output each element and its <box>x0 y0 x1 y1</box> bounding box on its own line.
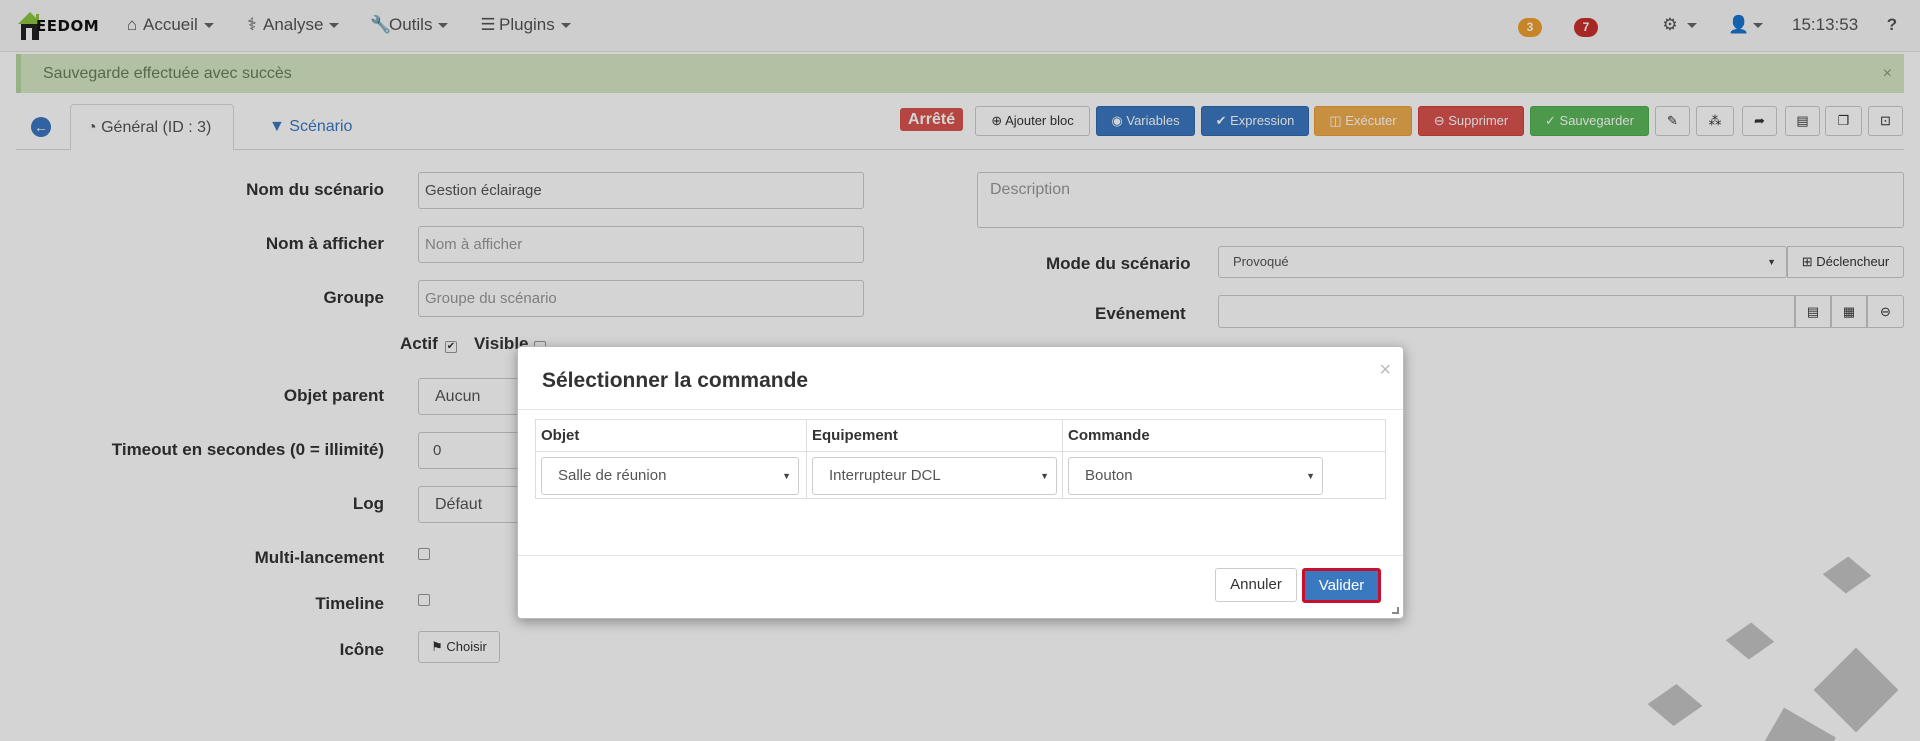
select-arrow-icon: ▼ <box>1040 471 1049 481</box>
table-cell: Salle de réunion ▼ <box>536 452 807 498</box>
modal-close-icon[interactable]: × <box>1379 359 1391 382</box>
validate-button[interactable]: Valider <box>1302 568 1381 603</box>
column-header-equipement: Equipement <box>807 420 1063 452</box>
command-select[interactable]: Bouton ▼ <box>1068 457 1323 495</box>
modal-footer-divider <box>518 555 1403 556</box>
table-cell: Bouton ▼ <box>1063 452 1385 498</box>
cancel-button[interactable]: Annuler <box>1215 568 1297 602</box>
select-command-modal: Sélectionner la commande × Objet Equipem… <box>517 346 1404 619</box>
command-table: Objet Equipement Commande Salle de réuni… <box>535 419 1386 499</box>
table-cell: Interrupteur DCL ▼ <box>807 452 1063 498</box>
equipment-select[interactable]: Interrupteur DCL ▼ <box>812 457 1057 495</box>
equipment-select-value: Interrupteur DCL <box>829 467 941 484</box>
modal-divider <box>518 409 1403 410</box>
object-select-value: Salle de réunion <box>558 467 667 484</box>
object-select[interactable]: Salle de réunion ▼ <box>541 457 799 495</box>
column-header-objet: Objet <box>536 420 807 452</box>
resize-handle[interactable] <box>1392 607 1399 614</box>
select-arrow-icon: ▼ <box>782 471 791 481</box>
command-select-value: Bouton <box>1085 467 1133 484</box>
select-arrow-icon: ▼ <box>1306 471 1315 481</box>
modal-title: Sélectionner la commande <box>542 369 809 392</box>
column-header-commande: Commande <box>1063 420 1385 452</box>
